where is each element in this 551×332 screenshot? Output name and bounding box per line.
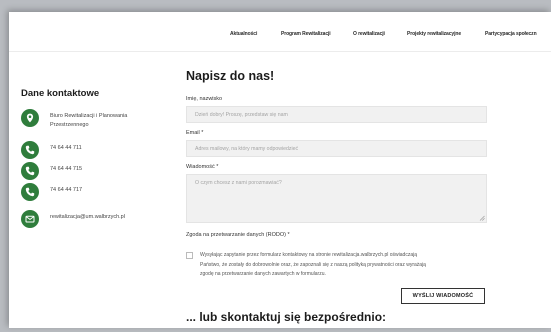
message-textarea-placeholder: O czym chcesz z nami porozmawiać? [195,180,282,186]
consent-checkbox[interactable] [186,252,193,259]
direct-contact-heading: ... lub skontaktuj się bezpośrednio: [186,310,387,324]
consent-text-line3: zgodę na przetwarzanie danych zawartych … [200,271,326,277]
contact-row-phone-1[interactable]: 74 64 44 711 [21,141,161,159]
top-navigation: Aktualności Program Rewitalizacji O rewi… [9,12,551,52]
name-input[interactable]: Dzień dobry! Proszę, przedstaw się nam [186,106,487,123]
nav-item-aktualnosci[interactable]: Aktualności [230,31,257,37]
contact-row-phone-2[interactable]: 74 64 44 715 [21,162,161,180]
office-name-line2: Przestrzennego [50,122,89,128]
form-title: Napisz do nas! [186,69,275,83]
phone-icon [21,183,39,201]
contact-section-title: Dane kontaktowe [21,88,100,99]
office-name-line1: Biuro Rewitalizacji i Planowania [50,113,128,119]
name-field-label: Imię, nazwisko [186,96,223,102]
email-address[interactable]: rewitalizacja@um.walbrzych.pl [50,213,125,222]
nav-item-program[interactable]: Program Rewitalizacji [281,31,331,37]
consent-text-line2: Państwo, że zostały do dobrowolnie oraz,… [200,261,426,268]
browser-window: Aktualności Program Rewitalizacji O rewi… [9,12,551,328]
submit-button[interactable]: WYŚLIJ WIADOMOŚĆ [401,288,485,304]
email-input-placeholder: Adres mailowy, na który mamy odpowiedzie… [195,146,299,152]
office-name: Biuro Rewitalizacji i Planowania Przestr… [50,112,127,130]
contact-row-email[interactable]: rewitalizacja@um.walbrzych.pl [21,210,171,228]
name-input-placeholder: Dzień dobry! Proszę, przedstaw się nam [195,112,288,118]
envelope-icon [21,210,39,228]
contact-row-phone-3[interactable]: 74 64 44 717 [21,183,161,201]
email-input[interactable]: Adres mailowy, na który mamy odpowiedzie… [186,140,487,157]
resize-handle-icon[interactable] [479,215,485,221]
nav-item-o-rewitalizacji[interactable]: O rewitalizacji [353,31,385,37]
nav-item-projekty[interactable]: Projekty rewitalizacyjne [407,31,461,37]
phone-number[interactable]: 74 64 44 711 [50,144,82,153]
email-field-label: Email * [186,130,204,136]
consent-text-line1: Wysyłając zapytanie przez formularz kont… [200,252,417,258]
contact-row-office: Biuro Rewitalizacji i Planowania Przestr… [21,109,161,133]
phone-number[interactable]: 74 64 44 715 [50,165,82,174]
nav-item-partycypacja[interactable]: Partycypacja społeczn [485,31,537,37]
consent-section-label: Zgoda na przetwarzanie danych (RODO) * [186,232,290,238]
phone-number[interactable]: 74 64 44 717 [50,186,82,195]
phone-icon [21,141,39,159]
map-pin-icon [21,109,39,127]
message-textarea[interactable]: O czym chcesz z nami porozmawiać? [186,174,487,223]
consent-text: Wysyłając zapytanie przez formularz kont… [200,251,488,280]
phone-icon [21,162,39,180]
message-field-label: Wiadomość * [186,164,219,170]
